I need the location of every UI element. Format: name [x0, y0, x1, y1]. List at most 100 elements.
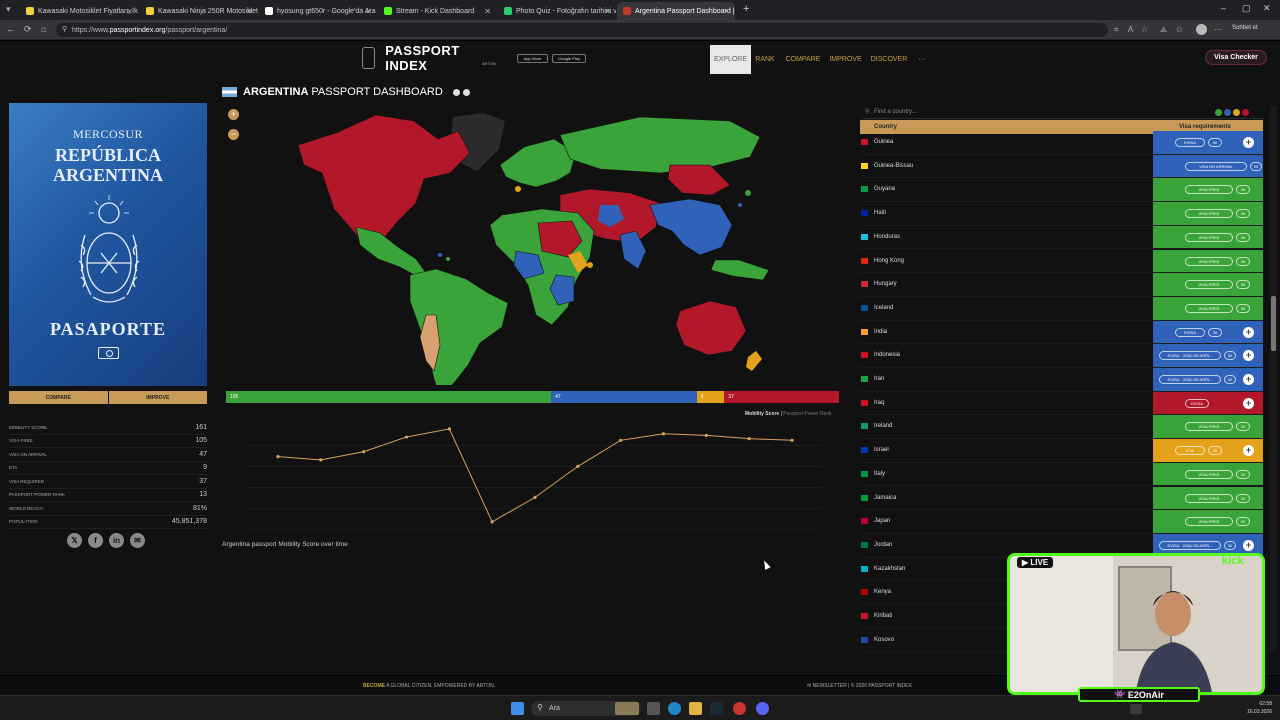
maximize-icon[interactable]: ▢ — [1242, 3, 1251, 14]
chart-point[interactable] — [404, 435, 409, 439]
linkedin-share-icon[interactable]: in — [109, 533, 124, 548]
mobility-score-label[interactable]: Mobility Score — [745, 411, 779, 417]
close-window-icon[interactable]: ✕ — [1263, 3, 1271, 14]
country-name[interactable]: Ireland — [874, 423, 892, 429]
country-row[interactable]: Guyana VISA-FREE 90 — [860, 178, 1263, 203]
country-row[interactable]: Iran EVISA · VISA ON ARRI... 30 + — [860, 368, 1263, 392]
visa-bar-segment[interactable]: 47 — [551, 391, 697, 403]
expand-plus-icon[interactable]: + — [1243, 137, 1254, 148]
scrollbar-thumb[interactable] — [1271, 296, 1276, 351]
discord-icon[interactable] — [756, 702, 769, 715]
country-name[interactable]: Haiti — [874, 210, 886, 216]
visa-bar-segment[interactable]: 105 — [226, 391, 552, 403]
list-scrollbar[interactable] — [1270, 106, 1277, 651]
chrome-icon[interactable] — [733, 702, 746, 715]
chat-button[interactable]: Sohbet et — [1232, 25, 1258, 31]
chart-point[interactable] — [362, 450, 366, 454]
expand-plus-icon[interactable]: + — [1243, 350, 1254, 362]
chart-point[interactable] — [619, 438, 623, 442]
visa-bar-segment[interactable]: 9 — [696, 391, 725, 403]
expand-plus-icon[interactable]: + — [1243, 374, 1254, 385]
facebook-share-icon[interactable]: f — [88, 533, 103, 548]
compare-button[interactable]: COMPARE — [9, 391, 108, 404]
nav-discover[interactable]: DISCOVER — [870, 45, 908, 74]
country-row[interactable]: Iraq EVISA + — [860, 391, 1263, 416]
tab-search-icon[interactable]: ▾ — [6, 4, 11, 15]
chart-point[interactable] — [790, 438, 794, 442]
tab-close-icon[interactable]: ✕ — [604, 7, 611, 16]
country-name[interactable]: Guyana — [874, 186, 895, 192]
tab-close-icon[interactable]: ✕ — [126, 7, 133, 16]
x-share-icon[interactable]: 𝕏 — [67, 533, 82, 548]
country-name[interactable]: Kiribati — [874, 613, 892, 619]
tab-close-icon[interactable]: ✕ — [365, 7, 372, 16]
country-name[interactable]: India — [874, 329, 887, 335]
nav-compare[interactable]: COMPARE — [784, 45, 822, 74]
power-rank-label[interactable]: Passport Power Rank — [783, 411, 831, 417]
edge-icon[interactable] — [668, 702, 681, 715]
country-name[interactable]: Kazakhstan — [874, 566, 905, 572]
country-row[interactable]: Japan VISA-FREE 90 — [860, 510, 1263, 534]
country-name[interactable]: Hungary — [874, 281, 897, 287]
legend-filter[interactable] — [1215, 109, 1249, 116]
tray-chevron-icon[interactable] — [1130, 704, 1142, 714]
chart-point[interactable] — [447, 427, 451, 431]
browser-tab[interactable]: Kawasaki Motosiklet Fiyatları, İkinci ✕ — [20, 2, 138, 20]
map-zoom-in[interactable]: + — [228, 109, 239, 120]
home-icon[interactable]: ⌂ — [41, 24, 46, 34]
tab-close-icon[interactable]: ✕ — [723, 7, 730, 16]
country-row[interactable]: Iceland VISA-FREE 90 — [860, 296, 1263, 321]
tab-close-icon[interactable]: ✕ — [246, 7, 253, 16]
country-row[interactable]: Haiti VISA-FREE 90 — [860, 202, 1263, 226]
read-aloud-icon[interactable]: A — [1128, 25, 1133, 34]
world-visa-map[interactable] — [270, 105, 810, 385]
country-name[interactable]: Italy — [874, 471, 885, 477]
col-visa-req[interactable]: Visa requirements — [1179, 124, 1231, 130]
taskbar-clock[interactable]: 02:58 16.03.2026 — [1236, 700, 1272, 716]
new-tab-button[interactable]: + — [743, 3, 749, 15]
country-row[interactable]: Hong Kong VISA-FREE 90 — [860, 249, 1263, 274]
site-logo[interactable]: PASSPORT INDEX ARTON — [362, 43, 498, 73]
google-play-badge[interactable]: Google Play — [552, 54, 586, 63]
country-row[interactable]: Honduras VISA-FREE 90 — [860, 225, 1263, 250]
country-name[interactable]: Iceland — [874, 305, 893, 311]
country-name[interactable]: Guinea-Bissau — [874, 163, 913, 169]
country-name[interactable]: Hong Kong — [874, 258, 904, 264]
minimize-icon[interactable]: – — [1221, 3, 1226, 13]
weather-widget-icon[interactable] — [615, 702, 639, 715]
expand-plus-icon[interactable]: + — [1243, 397, 1254, 409]
prev-arrow-icon[interactable] — [452, 88, 460, 96]
visa-bar-segment[interactable]: 37 — [724, 391, 839, 403]
browser-tab[interactable]: Photo Quiz - Fotoğrafın tarihini ve ✕ — [498, 2, 616, 20]
browser-tab[interactable]: hyosung gt650r - Google'da Ara ✕ — [259, 2, 377, 20]
browser-tab[interactable]: Argentina Passport Dashboard | F ✕ — [617, 2, 735, 20]
chart-point[interactable] — [490, 520, 494, 524]
country-search-input[interactable]: ⚲ Find a country... — [862, 106, 1264, 119]
browser-tab[interactable]: Kawasaki Ninja 250R Motosiklet Fi ✕ — [140, 2, 258, 20]
start-icon[interactable] — [511, 702, 524, 715]
file-explorer-icon[interactable] — [689, 702, 702, 715]
expand-plus-icon[interactable]: + — [1243, 539, 1254, 551]
country-name[interactable]: Honduras — [874, 234, 900, 240]
expand-plus-icon[interactable]: + — [1243, 326, 1254, 338]
country-name[interactable]: Indonesia — [874, 352, 900, 358]
favorites-icon[interactable]: ✩ — [1176, 25, 1183, 34]
country-name[interactable]: Israel — [874, 447, 889, 453]
country-row[interactable]: Indonesia EVISA · VISA ON ARRI... 30 + — [860, 344, 1263, 368]
chart-point[interactable] — [704, 433, 708, 438]
next-arrow-icon[interactable] — [462, 88, 470, 96]
country-name[interactable]: Japan — [874, 518, 890, 524]
chart-point[interactable] — [747, 437, 751, 441]
map-zoom-out[interactable]: − — [228, 129, 239, 140]
legend-dot[interactable] — [1242, 109, 1249, 116]
improve-button[interactable]: IMPROVE — [108, 391, 207, 404]
country-row[interactable]: Italy VISA-FREE 90 — [860, 462, 1263, 487]
reload-icon[interactable]: ⟳ — [24, 24, 32, 35]
extensions-icon[interactable]: ⟁ — [1160, 25, 1167, 35]
tab-close-icon[interactable]: ✕ — [484, 7, 491, 16]
country-name[interactable]: Jamaica — [874, 495, 896, 501]
visa-checker-button[interactable]: Visa Checker — [1205, 50, 1267, 65]
email-share-icon[interactable]: ✉ — [130, 533, 145, 548]
app-store-badge[interactable]: App Store — [517, 54, 548, 63]
nav-more[interactable]: ··· — [914, 45, 930, 74]
